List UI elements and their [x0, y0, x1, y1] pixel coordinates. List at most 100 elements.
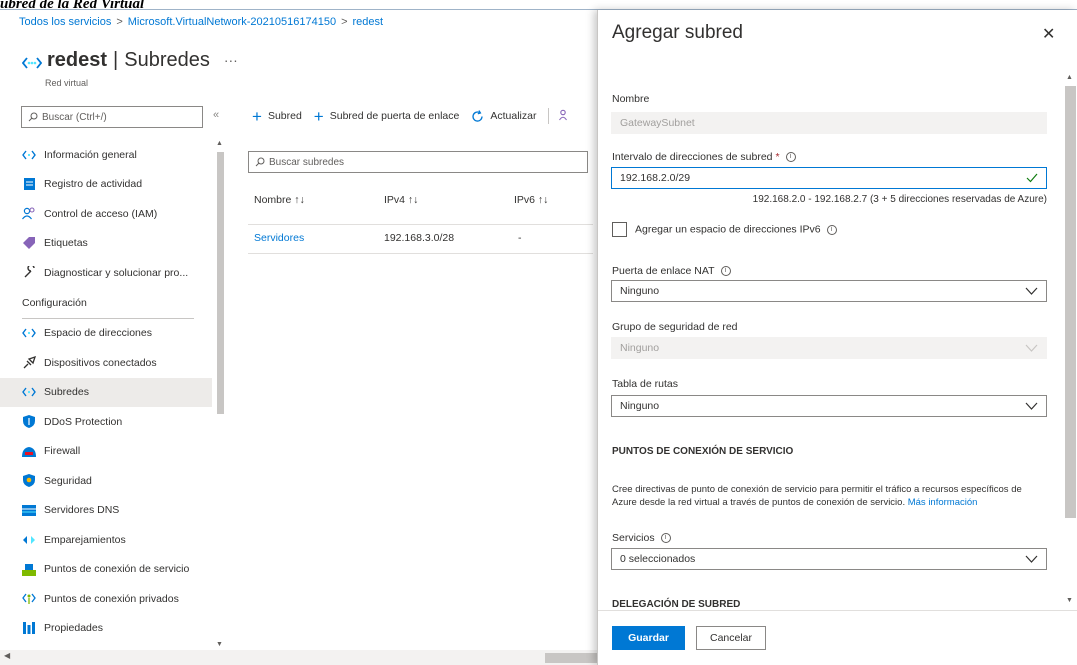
toolbar-separator — [548, 108, 550, 124]
blade-header: redest | Subredes ··· — [22, 46, 238, 74]
nav-item-properties[interactable]: Propiedades — [18, 614, 212, 644]
more-info-link[interactable]: Más información — [908, 497, 978, 508]
services-select[interactable]: 0 seleccionados — [611, 548, 1047, 570]
scroll-down-arrow[interactable]: ▼ — [1066, 597, 1073, 604]
collapse-menu-button[interactable]: « — [213, 109, 219, 121]
column-header-ipv4[interactable]: IPv4 ↑↓ — [384, 194, 418, 206]
search-icon — [28, 112, 38, 122]
command-bar: + Subred + Subred de puerta de enlace Actu… — [252, 106, 571, 126]
close-icon[interactable]: ✕ — [1042, 24, 1055, 44]
nav-item-dns[interactable]: Servidores DNS — [18, 496, 212, 526]
nav-section-heading: Configuración — [22, 296, 87, 309]
column-header-ipv6[interactable]: IPv6 ↑↓ — [514, 194, 548, 206]
route-table-select[interactable]: Ninguno — [611, 395, 1047, 417]
peering-icon — [22, 533, 36, 547]
scroll-up-arrow[interactable]: ▲ — [1066, 74, 1073, 81]
cancel-button[interactable]: Cancelar — [696, 626, 766, 650]
valid-check-icon — [1026, 173, 1038, 183]
nav-item-ddos[interactable]: DDoS Protection — [18, 407, 212, 437]
column-header-name[interactable]: Nombre ↑↓ — [254, 194, 305, 206]
breadcrumb-separator: > — [341, 16, 348, 28]
info-icon[interactable]: i — [826, 224, 837, 235]
chevron-down-icon — [1025, 555, 1038, 563]
nav-item-firewall[interactable]: Firewall — [18, 437, 212, 467]
nav-item-subnets[interactable]: Subredes — [0, 377, 212, 407]
menu-scrollbar[interactable]: ▲ ▼ — [215, 140, 225, 648]
subnet-ipv6-cell: - — [518, 232, 522, 244]
scrollbar-thumb[interactable] — [545, 653, 597, 663]
panel-scrollbar[interactable]: ▲ ▼ — [1064, 74, 1076, 604]
service-endpoints-description-1: Cree directivas de punto de conexión de … — [612, 484, 1022, 495]
page-title: redest | Subredes — [47, 48, 210, 71]
info-icon[interactable]: i — [720, 266, 731, 277]
manage-users-icon[interactable] — [559, 109, 571, 124]
chevron-down-icon — [1025, 344, 1038, 352]
refresh-button[interactable]: Actualizar — [471, 109, 536, 123]
nav-item-peerings[interactable]: Emparejamientos — [18, 525, 212, 555]
service-endpoints-description-2: Azure desde la red virtual a través de p… — [612, 497, 978, 508]
add-gateway-subnet-button[interactable]: + Subred de puerta de enlace — [314, 108, 460, 125]
required-marker: * — [775, 151, 780, 163]
scroll-left-arrow[interactable]: ◀ — [4, 651, 10, 660]
nav-item-service-endpoints[interactable]: Puntos de conexión de servicio — [18, 555, 212, 585]
breadcrumb-vnet[interactable]: redest — [353, 16, 384, 28]
nav-item-activity-log[interactable]: Registro de actividad — [18, 170, 212, 200]
table-header-divider — [248, 224, 593, 225]
breadcrumb-resource-group[interactable]: Microsoft.VirtualNetwork-20210516174150 — [128, 16, 336, 28]
address-range-hint: 192.168.2.0 - 192.168.2.7 (3 + 5 direcci… — [752, 194, 1047, 205]
nav-item-overview[interactable]: Información general — [18, 140, 212, 170]
overview-icon — [22, 148, 36, 162]
table-row-divider — [248, 253, 593, 254]
breadcrumb: Todos los servicios > Microsoft.VirtualNet… — [19, 16, 383, 28]
info-icon[interactable]: i — [785, 152, 796, 163]
route-table-label: Tabla de rutas — [612, 378, 678, 390]
nav-item-iam[interactable]: Control de acceso (IAM) — [18, 199, 212, 229]
document-caption: ubred de la Red Virtual — [0, 0, 145, 12]
breadcrumb-all-services[interactable]: Todos los servicios — [19, 16, 111, 28]
more-options-button[interactable]: ··· — [224, 52, 238, 68]
refresh-icon — [472, 109, 483, 122]
nav-item-address-space[interactable]: Espacio de direcciones — [18, 319, 212, 349]
nav-item-security[interactable]: Seguridad — [18, 466, 212, 496]
resource-menu-search[interactable]: Buscar (Ctrl+/) — [21, 106, 203, 128]
firewall-icon — [22, 444, 36, 458]
service-endpoint-icon — [22, 562, 36, 576]
chevron-down-icon — [1025, 287, 1038, 295]
search-placeholder: Buscar (Ctrl+/) — [42, 111, 107, 123]
nav-item-private-endpoints[interactable]: Puntos de conexión privados — [18, 584, 212, 614]
save-button[interactable]: Guardar — [612, 626, 685, 650]
wrench-icon — [22, 266, 36, 280]
panel-title: Agregar subred — [612, 22, 743, 43]
scroll-up-arrow[interactable]: ▲ — [216, 140, 223, 147]
nat-gateway-label: Puerta de enlace NAT i — [612, 265, 731, 277]
subnet-icon — [22, 385, 36, 399]
nav-item-connected-devices[interactable]: Dispositivos conectados — [18, 348, 212, 378]
horizontal-scrollbar[interactable]: ◀ — [0, 650, 597, 665]
vnet-icon — [22, 57, 42, 69]
address-range-input[interactable]: 192.168.2.0/29 — [611, 167, 1047, 189]
private-endpoint-icon — [22, 592, 36, 606]
subnet-ipv4-cell: 192.168.3.0/28 — [384, 232, 455, 244]
nsg-label: Grupo de seguridad de red — [612, 321, 738, 333]
ipv6-checkbox-row[interactable]: Agregar un espacio de direcciones IPv6 i — [612, 222, 837, 237]
add-subnet-button[interactable]: + Subred — [252, 108, 302, 125]
address-range-label: Intervalo de direcciones de subred * i — [612, 151, 796, 163]
subnet-search-input[interactable]: Buscar subredes — [248, 151, 588, 173]
services-label: Servicios i — [612, 532, 671, 544]
add-subnet-panel: Agregar subred ✕ Nombre GatewaySubnet In… — [597, 10, 1077, 665]
address-space-icon — [22, 326, 36, 340]
name-field: GatewaySubnet — [611, 112, 1047, 134]
subnet-search-placeholder: Buscar subredes — [269, 156, 345, 168]
nav-item-diagnose[interactable]: Diagnosticar y solucionar pro... — [18, 258, 212, 288]
scrollbar-thumb[interactable] — [217, 152, 224, 414]
scrollbar-thumb[interactable] — [1065, 86, 1076, 518]
nav-item-tags[interactable]: Etiquetas — [18, 229, 212, 259]
ipv6-checkbox[interactable] — [612, 222, 627, 237]
scroll-down-arrow[interactable]: ▼ — [216, 641, 223, 648]
search-icon — [255, 157, 265, 167]
properties-icon — [22, 621, 36, 635]
info-icon[interactable]: i — [660, 533, 671, 544]
plus-icon: + — [252, 106, 262, 126]
subnet-name-link[interactable]: Servidores — [254, 232, 304, 244]
nat-gateway-select[interactable]: Ninguno — [611, 280, 1047, 302]
